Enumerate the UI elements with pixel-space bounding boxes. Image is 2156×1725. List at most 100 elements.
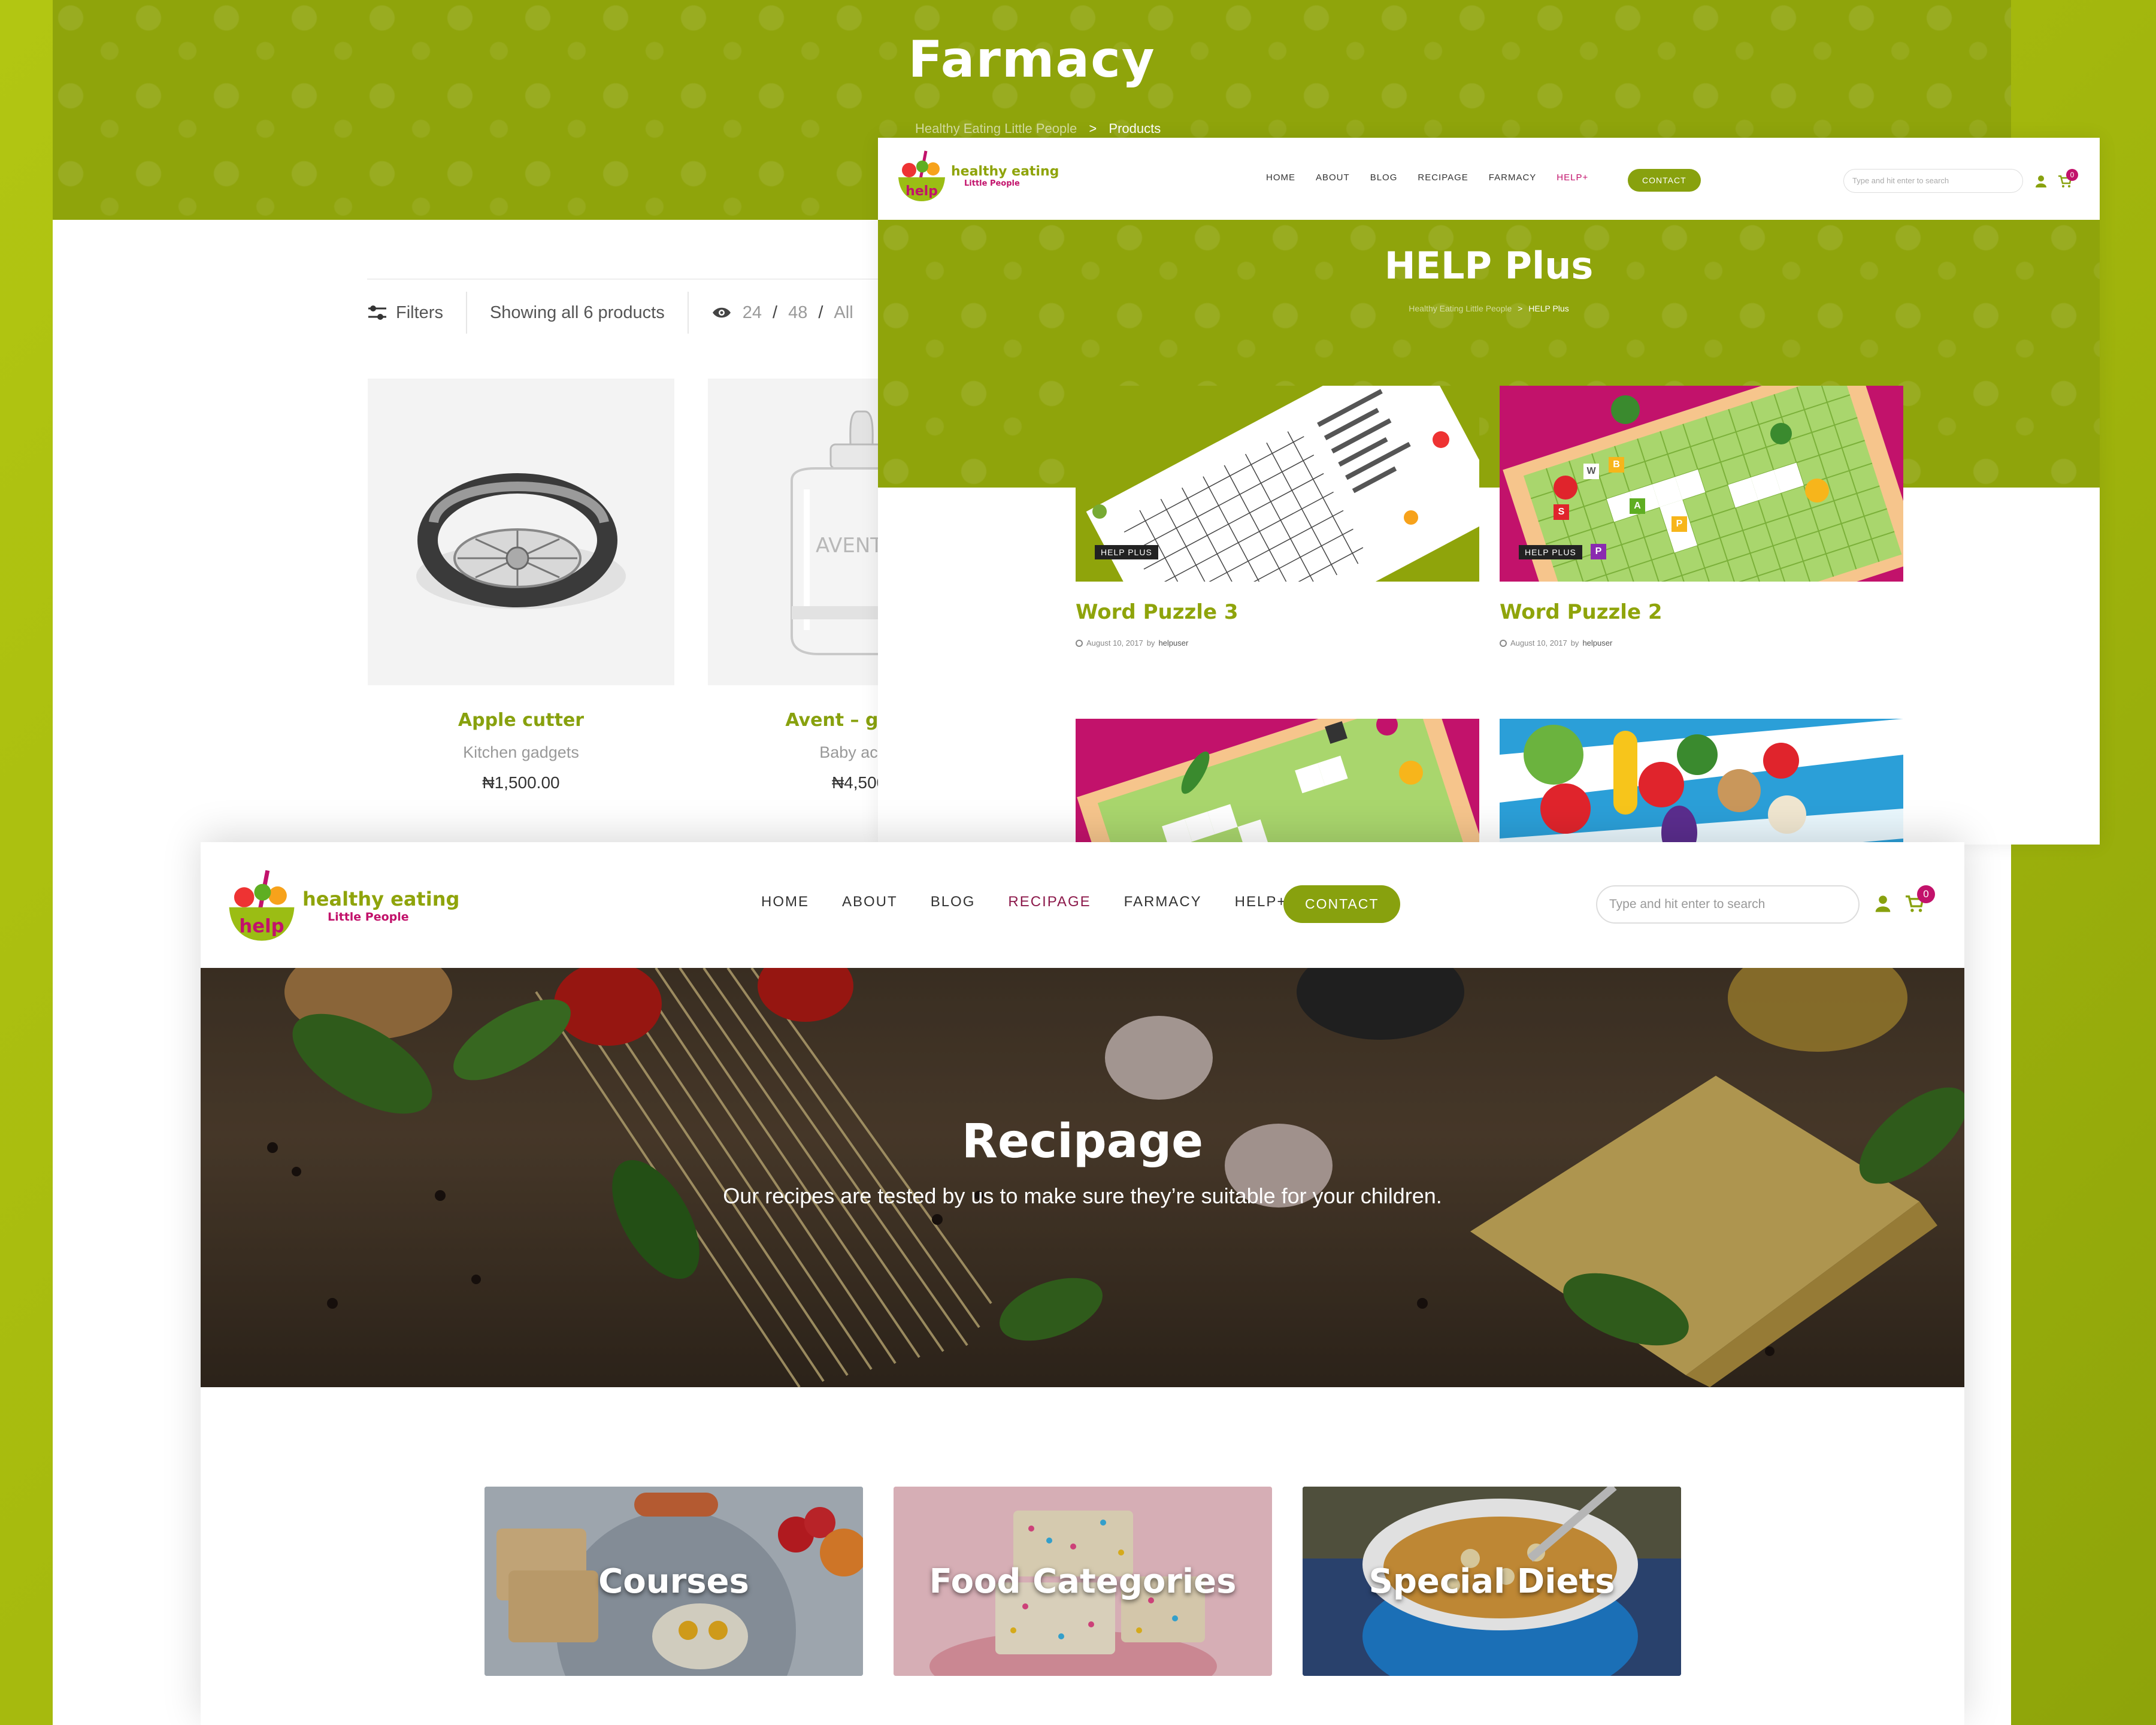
nav-farmacy[interactable]: FARMACY bbox=[1489, 172, 1537, 183]
logo-text: healthy eating Little People bbox=[302, 888, 459, 924]
category-tile-food-categories[interactable]: Food Categories bbox=[894, 1487, 1272, 1676]
puzzle-letter: S bbox=[1554, 504, 1569, 520]
breadcrumb-home[interactable]: Healthy Eating Little People bbox=[1409, 304, 1512, 313]
nav-home[interactable]: HOME bbox=[1266, 172, 1295, 183]
page-title: Farmacy bbox=[908, 30, 1156, 89]
filters-label: Filters bbox=[396, 302, 443, 322]
ingredients-background-photo bbox=[201, 968, 1964, 1387]
search-input[interactable]: Type and hit enter to search bbox=[1596, 885, 1860, 924]
post-image-crossword[interactable] bbox=[1076, 719, 1479, 845]
post-tag[interactable]: HELP PLUS bbox=[1095, 545, 1158, 559]
post-title[interactable]: Word Puzzle 2 bbox=[1500, 600, 1663, 624]
per-page-sep: / bbox=[773, 302, 778, 322]
page-title: HELP Plus bbox=[1384, 244, 1594, 288]
post-meta: August 10, 2017 by helpuser bbox=[1076, 638, 1188, 647]
site-logo[interactable]: help healthy eating Little People bbox=[896, 146, 1059, 206]
salad-bowl-logo-icon: help bbox=[229, 870, 295, 941]
nav-about[interactable]: ABOUT bbox=[1316, 172, 1350, 183]
main-nav: HOME ABOUT BLOG RECIPAGE FARMACY HELP+ bbox=[761, 894, 1286, 910]
eye-icon bbox=[712, 307, 731, 318]
category-label: Food Categories bbox=[929, 1561, 1237, 1601]
category-label: Courses bbox=[598, 1561, 749, 1601]
result-count: Showing all 6 products bbox=[489, 302, 665, 322]
puzzle-letter: B bbox=[1609, 457, 1624, 473]
puzzle-letter: P bbox=[1591, 544, 1606, 559]
category-label: Special Diets bbox=[1368, 1561, 1615, 1601]
category-tile-courses[interactable]: Courses bbox=[485, 1487, 863, 1676]
search-input[interactable]: Type and hit enter to search bbox=[1843, 169, 2023, 193]
contact-button[interactable]: CONTACT bbox=[1283, 885, 1401, 923]
nav-blog[interactable]: BLOG bbox=[931, 894, 976, 910]
category-tile-special-diets[interactable]: Special Diets bbox=[1303, 1487, 1681, 1676]
puzzle-letter: A bbox=[1630, 498, 1645, 514]
clock-icon bbox=[1076, 639, 1083, 647]
nav-recipage[interactable]: RECIPAGE bbox=[1008, 894, 1091, 910]
shop-toolbar: Filters Showing all 6 products 24 / 48 /… bbox=[367, 279, 966, 346]
logo-badge: help bbox=[239, 916, 284, 937]
header-bar: help healthy eating Little People HOME A… bbox=[878, 138, 2100, 220]
apple-cutter-illustration bbox=[416, 473, 626, 609]
post-image-vegetables[interactable] bbox=[1500, 719, 1903, 845]
user-icon[interactable] bbox=[2035, 175, 2047, 188]
per-page-all[interactable]: All bbox=[834, 303, 853, 323]
logo-line1: healthy eating bbox=[951, 164, 1059, 179]
contact-button[interactable]: CONTACT bbox=[1628, 169, 1701, 192]
post-by: by bbox=[1570, 638, 1579, 647]
cart-count-badge: 0 bbox=[2066, 169, 2078, 181]
breadcrumb-home[interactable]: Healthy Eating Little People bbox=[915, 121, 1077, 136]
logo-line2: Little People bbox=[964, 179, 1020, 188]
salad-bowl-logo-icon: help bbox=[898, 150, 945, 201]
recipage-hero: Recipage Our recipes are tested by us to… bbox=[201, 968, 1964, 1387]
nav-home[interactable]: HOME bbox=[761, 894, 809, 910]
nav-help-plus[interactable]: HELP+ bbox=[1557, 172, 1588, 183]
user-icon[interactable] bbox=[1875, 895, 1891, 913]
post-title[interactable]: Word Puzzle 3 bbox=[1076, 600, 1239, 624]
filters-button[interactable]: Filters bbox=[367, 303, 443, 323]
cartoon-vegetables-illustration bbox=[1500, 719, 1903, 845]
per-page-sep: / bbox=[818, 302, 823, 322]
product-name[interactable]: Apple cutter bbox=[368, 710, 674, 731]
breadcrumb-current: Products bbox=[1109, 121, 1161, 136]
post-author[interactable]: helpuser bbox=[1158, 638, 1188, 647]
puzzle-letter: W bbox=[1583, 464, 1599, 479]
help-plus-page: help healthy eating Little People HOME A… bbox=[878, 138, 2100, 845]
cart-count-badge: 0 bbox=[1917, 885, 1935, 903]
post-meta: August 10, 2017 by helpuser bbox=[1500, 638, 1612, 647]
nav-blog[interactable]: BLOG bbox=[1370, 172, 1398, 183]
nav-recipage[interactable]: RECIPAGE bbox=[1418, 172, 1468, 183]
divider bbox=[465, 292, 467, 334]
main-nav: HOME ABOUT BLOG RECIPAGE FARMACY HELP+ bbox=[1266, 172, 1588, 183]
nav-about[interactable]: ABOUT bbox=[842, 894, 898, 910]
product-price: ₦1,500.00 bbox=[482, 773, 560, 792]
help-plus-hero: HELP Plus Healthy Eating Little People >… bbox=[878, 220, 2100, 488]
post-date: August 10, 2017 bbox=[1086, 638, 1143, 647]
header-bar: help healthy eating Little People HOME A… bbox=[201, 842, 1964, 968]
per-page-48[interactable]: 48 bbox=[788, 303, 807, 323]
logo-text: healthy eating Little People bbox=[951, 164, 1059, 188]
breadcrumb-sep: > bbox=[1518, 304, 1523, 313]
sliders-icon bbox=[368, 305, 386, 320]
post-date: August 10, 2017 bbox=[1510, 638, 1567, 647]
breadcrumb: Healthy Eating Little People > HELP Plus bbox=[878, 304, 2100, 313]
post-tag[interactable]: HELP PLUS bbox=[1519, 545, 1582, 559]
breadcrumb-current: HELP Plus bbox=[1528, 304, 1569, 313]
nav-farmacy[interactable]: FARMACY bbox=[1124, 894, 1202, 910]
page-title: Recipage bbox=[961, 1115, 1204, 1169]
per-page-24[interactable]: 24 bbox=[743, 303, 762, 323]
breadcrumb: Healthy Eating Little People > Products bbox=[915, 121, 1161, 137]
nav-help-plus[interactable]: HELP+ bbox=[1235, 894, 1287, 910]
site-logo[interactable]: help healthy eating Little People bbox=[226, 864, 459, 948]
logo-line2: Little People bbox=[328, 910, 409, 924]
product-category[interactable]: Kitchen gadgets bbox=[368, 743, 674, 762]
logo-line1: healthy eating bbox=[302, 888, 460, 910]
clock-icon bbox=[1500, 639, 1507, 647]
divider bbox=[687, 292, 689, 334]
crossword-illustration bbox=[1077, 719, 1479, 845]
recipage-page: help healthy eating Little People HOME A… bbox=[201, 842, 1964, 1725]
breadcrumb-sep: > bbox=[1089, 121, 1097, 136]
post-by: by bbox=[1146, 638, 1155, 647]
logo-badge: help bbox=[906, 184, 938, 199]
post-author[interactable]: helpuser bbox=[1582, 638, 1612, 647]
product-image-apple-cutter[interactable] bbox=[368, 379, 674, 685]
svg-text:AVENT: AVENT bbox=[816, 534, 883, 558]
